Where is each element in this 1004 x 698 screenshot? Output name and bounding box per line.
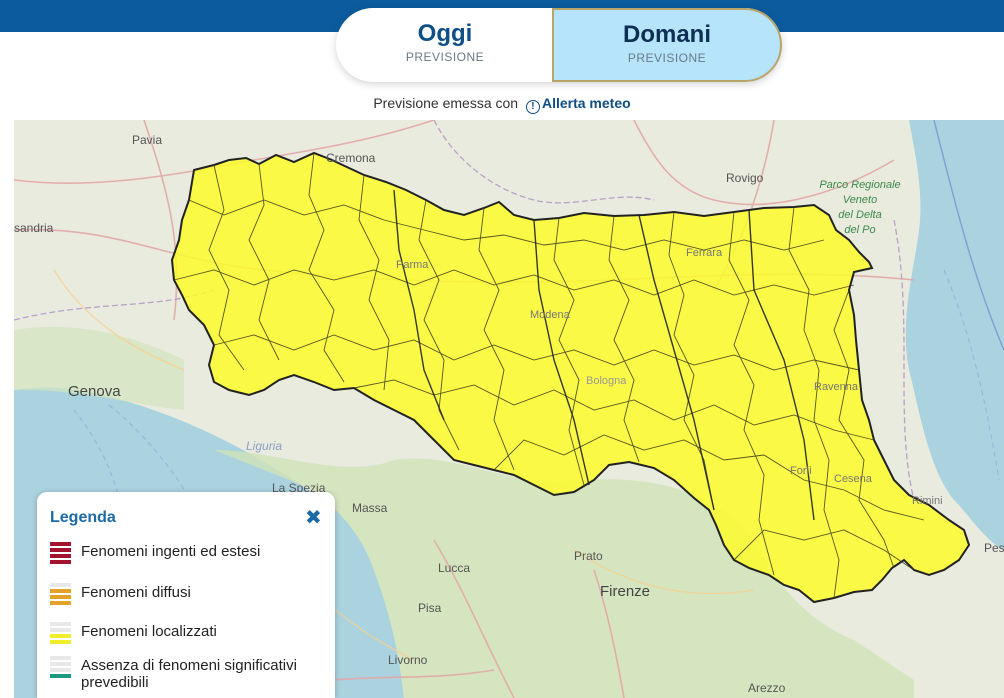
legend-swatch-red — [50, 542, 71, 566]
tab-oggi-subtitle: PREVISIONE — [405, 50, 485, 64]
label-lucca: Lucca — [438, 561, 470, 575]
issued-prefix: Previsione emessa con — [373, 95, 519, 111]
label-ravenna: Ravenna — [814, 381, 859, 393]
label-parco-1: Parco Regionale — [819, 179, 900, 191]
label-ferrara: Ferrara — [686, 247, 723, 259]
label-modena: Modena — [530, 309, 571, 321]
close-icon[interactable]: ✖ — [305, 505, 322, 530]
allerta-meteo-link[interactable]: Allerta meteo — [542, 95, 631, 111]
label-pavia: Pavia — [132, 133, 162, 147]
legend-title: Legenda — [50, 509, 116, 526]
label-pesaro: Pes — [984, 541, 1004, 555]
label-pisa: Pisa — [418, 601, 442, 615]
tab-domani-title: Domani — [622, 21, 711, 48]
legend-swatch-yellow — [50, 622, 71, 646]
label-arezzo: Arezzo — [748, 681, 786, 695]
tab-domani-subtitle: PREVISIONE — [627, 51, 707, 65]
legend-label: Fenomeni ingenti ed estesi — [81, 543, 261, 560]
tab-oggi[interactable]: Oggi PREVISIONE — [336, 8, 554, 82]
label-parma: Parma — [396, 259, 429, 271]
label-parco-4: del Po — [844, 224, 875, 236]
info-circle-icon[interactable]: ! — [525, 100, 540, 114]
forecast-issued-note: Previsione emessa con ! Allerta meteo — [0, 95, 1004, 114]
legend-label: Fenomeni localizzati — [81, 623, 217, 640]
label-cesena: Cesena — [834, 473, 873, 485]
label-massa: Massa — [352, 501, 388, 515]
forecast-day-switch: Oggi PREVISIONE Domani PREVISIONE — [336, 8, 782, 82]
legend-swatch-orange — [50, 583, 71, 607]
label-livorno: Livorno — [388, 653, 428, 667]
label-liguria: Liguria — [246, 439, 282, 453]
label-alessandria: sandria — [14, 221, 54, 235]
label-firenze: Firenze — [600, 583, 650, 600]
label-rimini: Rimini — [912, 495, 943, 507]
label-cremona: Cremona — [326, 151, 376, 165]
legend-label: Fenomeni diffusi — [81, 584, 191, 601]
legend-swatch-green — [50, 656, 71, 680]
legend-panel: Legenda ✖ Fenomeni ingenti ed estesi Fen… — [37, 492, 335, 698]
tab-oggi-title: Oggi — [417, 20, 473, 47]
label-genova: Genova — [68, 383, 121, 400]
label-prato: Prato — [574, 549, 603, 563]
label-rovigo: Rovigo — [726, 171, 764, 185]
label-parco-3: del Delta — [838, 209, 881, 221]
label-bologna: Bologna — [586, 375, 627, 387]
label-parco-2: Veneto — [843, 194, 877, 206]
tab-domani[interactable]: Domani PREVISIONE — [552, 8, 782, 82]
legend-label: Assenza di fenomeni significativi preved… — [81, 657, 297, 691]
label-forli: Forlì — [790, 465, 812, 477]
